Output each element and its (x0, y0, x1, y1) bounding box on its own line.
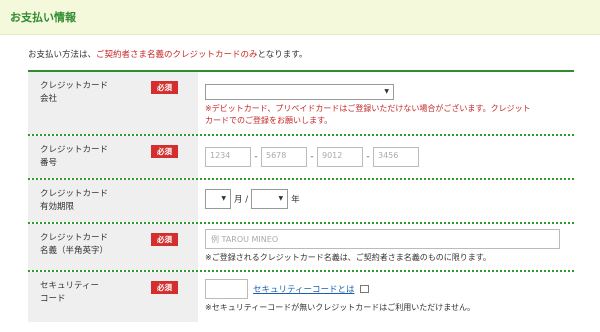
chevron-down-icon: ▼ (221, 195, 226, 202)
month-unit: 月 / (234, 195, 249, 205)
company-note-line1: ※デビットカード、プリペイドカードはご登録いただけない場合がございます。クレジッ… (205, 104, 531, 113)
value-cell: ▼ ※デビットカード、プリペイドカードはご登録いただけない場合がございます。クレ… (198, 72, 574, 134)
value-cell: 1234-5678-9012-3456 (198, 136, 574, 178)
separator: - (310, 152, 314, 162)
intro-suffix: となります。 (257, 50, 308, 60)
value-cell: セキュリティーコードとは ※セキュリティーコードが無いクレジットカードはご利用い… (198, 272, 574, 322)
label-line1: クレジットカード (40, 189, 109, 199)
company-note-line2: カードでのご登録をお願いします。 (205, 116, 333, 125)
card-name-input[interactable]: 例 TAROU MINEO (205, 229, 560, 249)
security-code-input[interactable] (205, 279, 248, 299)
required-badge: 必須 (151, 281, 178, 294)
label-cell: クレジットカード 名義（半角英字） 必須 (28, 224, 198, 270)
value-cell: 例 TAROU MINEO ※ご登録されるクレジットカード名義は、ご契約者さま名… (198, 224, 574, 270)
card-number-input-2[interactable]: 5678 (261, 147, 307, 167)
card-number-input-1[interactable]: 1234 (205, 147, 251, 167)
row-card-expiry: クレジットカード 有効期限 ▼ 月 / ▼ 年 (28, 180, 574, 224)
year-unit: 年 (291, 195, 300, 205)
expiry-year-select[interactable]: ▼ (251, 189, 289, 209)
security-code-help-link[interactable]: セキュリティーコードとは (253, 285, 355, 295)
row-card-number: クレジットカード 番号 必須 1234-5678-9012-3456 (28, 136, 574, 180)
company-note: ※デビットカード、プリペイドカードはご登録いただけない場合がございます。クレジッ… (205, 103, 574, 127)
card-number-input-3[interactable]: 9012 (317, 147, 363, 167)
required-badge: 必須 (151, 233, 178, 246)
label-line2: コード (40, 294, 66, 304)
row-card-name: クレジットカード 名義（半角英字） 必須 例 TAROU MINEO ※ご登録さ… (28, 224, 574, 272)
intro-text: お支払い方法は、ご契約者さま名義のクレジットカードのみとなります。 (28, 48, 307, 60)
label-line2: 会社 (40, 94, 58, 104)
required-badge: 必須 (151, 145, 178, 158)
intro-prefix: お支払い方法は、 (28, 50, 97, 60)
external-window-icon (359, 285, 369, 293)
label-cell: セキュリティー コード 必須 (28, 272, 198, 322)
required-badge: 必須 (151, 81, 178, 94)
label-line2: 有効期限 (40, 202, 75, 212)
label-line2: 名義（半角英字） (40, 246, 109, 256)
card-number-input-4[interactable]: 3456 (373, 147, 419, 167)
security-note: ※セキュリティーコードが無いクレジットカードはご利用いただけません。 (205, 303, 475, 312)
label-cell: クレジットカード 番号 必須 (28, 136, 198, 178)
section-header: お支払い情報 (0, 0, 600, 35)
row-card-company: クレジットカード 会社 必須 ▼ ※デビットカード、プリペイドカードはご登録いた… (28, 72, 574, 136)
name-note: ※ご登録されるクレジットカード名義は、ご契約者さま名義のものに限ります。 (205, 253, 491, 262)
expiry-month-select[interactable]: ▼ (205, 189, 231, 209)
separator: - (366, 152, 370, 162)
label-line2: 番号 (40, 158, 58, 168)
chevron-down-icon: ▼ (278, 195, 284, 202)
chevron-down-icon: ▼ (384, 88, 389, 95)
separator: - (254, 152, 258, 162)
section-title: お支払い情報 (10, 11, 76, 24)
label-cell: クレジットカード 会社 必須 (28, 72, 198, 134)
payment-form: クレジットカード 会社 必須 ▼ ※デビットカード、プリペイドカードはご登録いた… (28, 70, 574, 322)
intro-highlight: ご契約者さま名義のクレジットカードのみ (96, 50, 258, 60)
card-company-select[interactable]: ▼ (205, 84, 394, 100)
row-security-code: セキュリティー コード 必須 セキュリティーコードとは ※セキュリティーコードが… (28, 272, 574, 322)
value-cell: ▼ 月 / ▼ 年 (198, 180, 574, 222)
label-cell: クレジットカード 有効期限 (28, 180, 198, 222)
